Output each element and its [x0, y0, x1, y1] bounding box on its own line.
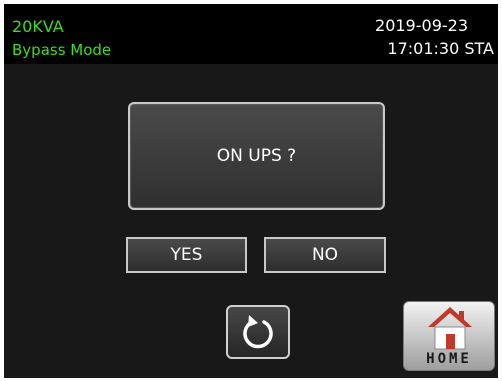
- time-display: 17:01:30 STA: [387, 39, 494, 58]
- ups-display-screen: 20KVA Bypass Mode 2019-09-23 17:01:30 ST…: [4, 4, 498, 378]
- refresh-icon: [243, 315, 273, 349]
- refresh-button[interactable]: [226, 305, 290, 359]
- status-header: 20KVA Bypass Mode 2019-09-23 17:01:30 ST…: [4, 4, 498, 64]
- no-button[interactable]: NO: [264, 237, 386, 273]
- date-display: 2019-09-23: [375, 16, 468, 35]
- no-button-label: NO: [311, 245, 339, 265]
- dialog-message: ON UPS ?: [216, 146, 297, 166]
- home-button[interactable]: HOME: [403, 301, 495, 371]
- operating-mode-label: Bypass Mode: [12, 41, 112, 59]
- yes-button[interactable]: YES: [126, 237, 247, 273]
- home-button-label: HOME: [426, 351, 472, 367]
- ups-model-label: 20KVA: [12, 17, 64, 36]
- yes-button-label: YES: [170, 245, 203, 265]
- confirm-dialog: ON UPS ?: [128, 102, 385, 210]
- home-icon: [428, 307, 472, 350]
